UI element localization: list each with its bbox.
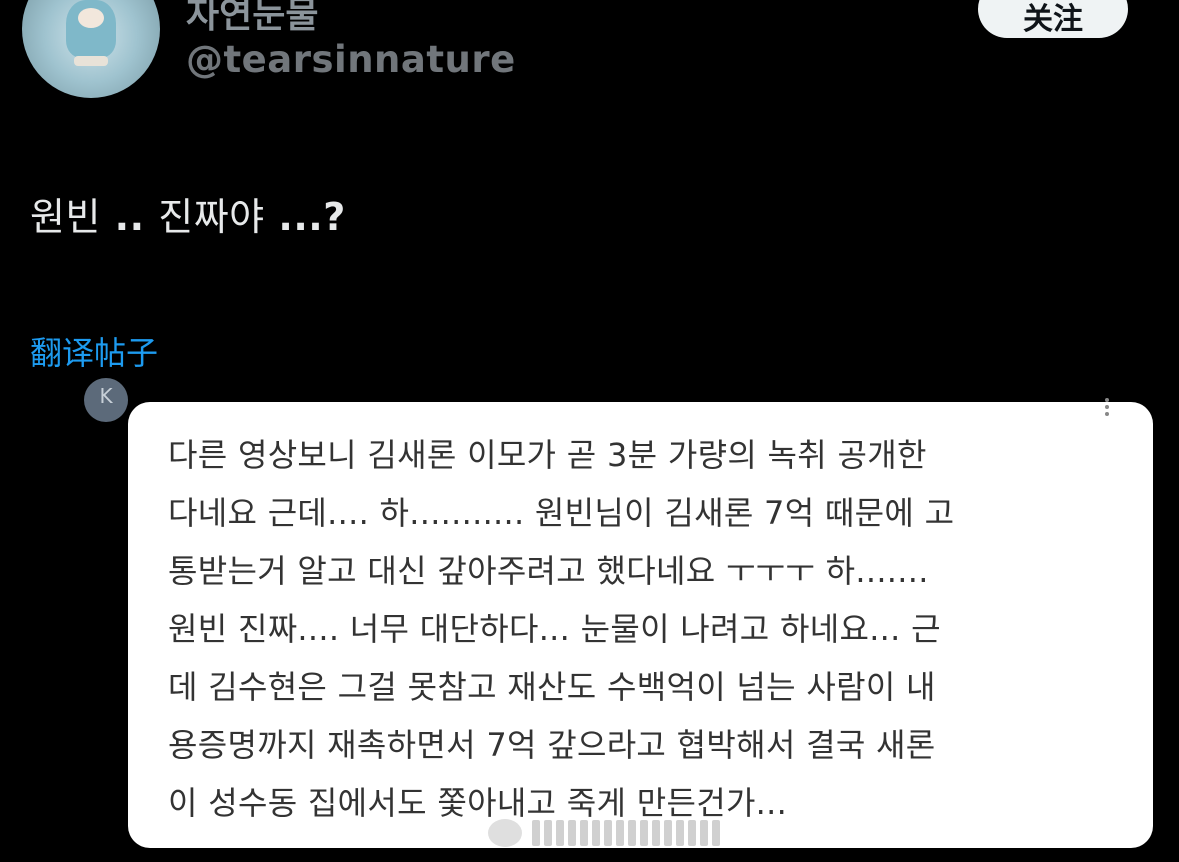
quoted-line: 통받는거 알고 대신 갚아주려고 했다네요 ㅜㅜㅜ 하.......	[168, 552, 929, 590]
more-vertical-icon[interactable]	[1103, 398, 1111, 418]
profile-avatar[interactable]	[22, 0, 160, 98]
quoted-comment-card: 다른 영상보니 김새론 이모가 곧 3분 가량의 녹취 공개한 다네요 근데..…	[128, 402, 1153, 848]
avatar-figure-face	[78, 8, 104, 28]
post-text-part: 원빈	[30, 195, 101, 239]
post-text-part: ...?	[264, 195, 346, 239]
quoted-line: 데 김수현은 그걸 못참고 재산도 수백억이 넘는 사람이 내	[168, 668, 936, 706]
quoted-line: 다른 영상보니 김새론 이모가 곧 3분 가량의 녹취 공개한	[168, 436, 927, 474]
display-name[interactable]: 자연눈물	[186, 0, 318, 38]
quoted-line: 다네요 근데.... 하........... 원빈님이 김새론 7억 때문에 …	[168, 494, 955, 532]
post-text-part: ..	[100, 195, 159, 239]
avatar-figure-legs	[74, 56, 108, 66]
quoted-line: 원빈 진짜.... 너무 대단하다... 눈물이 나려고 하네요... 근	[168, 610, 941, 648]
follow-button[interactable]: 关注	[978, 0, 1128, 38]
post-text: 원빈 .. 진짜야 ...?	[30, 186, 346, 241]
quoted-line: 용증명까지 재촉하면서 7억 갚으라고 협박해서 결국 새론	[168, 726, 936, 764]
translate-post-link[interactable]: 翻译帖子	[30, 328, 158, 374]
quoted-avatar[interactable]: K	[84, 378, 128, 422]
watermark-logo-icon	[488, 816, 720, 850]
post-text-part: 진짜야	[158, 195, 265, 239]
user-handle[interactable]: @tearsinnature	[186, 38, 516, 81]
